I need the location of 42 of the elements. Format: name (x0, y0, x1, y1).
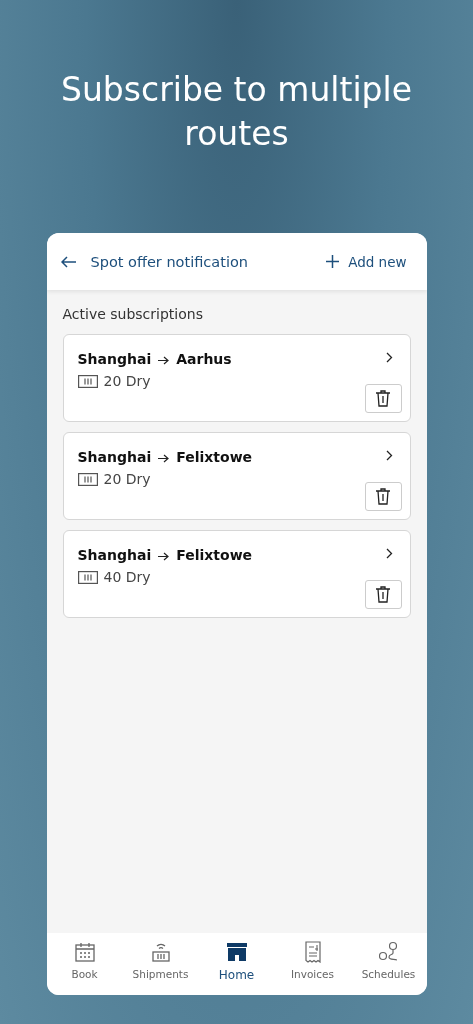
screen-title: Spot offer notification (90, 253, 249, 270)
nav-tab[interactable]: Shipments (122, 933, 199, 995)
route-icon (377, 941, 400, 963)
destination: Felixtowe (176, 449, 253, 465)
container-type: 20 Dry (103, 471, 151, 487)
container-icon (149, 941, 172, 963)
nav-tab[interactable]: Invoices (274, 933, 351, 995)
subscription-card[interactable]: Shanghai Felixtowe 40 Dry (62, 530, 411, 618)
nav-tab[interactable]: Home (198, 933, 275, 995)
origin: Shanghai (77, 351, 152, 367)
subscription-card[interactable]: Shanghai Felixtowe 20 Dry (62, 432, 411, 520)
destination: Felixtowe (176, 547, 253, 563)
store-icon (225, 941, 248, 963)
chevron-icon (385, 450, 393, 461)
delete-button[interactable] (364, 580, 402, 609)
section-title: Active subscriptions (62, 306, 204, 322)
container-icon (77, 472, 98, 486)
back-button[interactable] (60, 255, 77, 268)
trash-icon (376, 390, 390, 407)
delete-button[interactable] (364, 482, 402, 511)
container-type: 20 Dry (103, 373, 151, 389)
add-new-button[interactable]: Add new (326, 253, 407, 270)
calendar-icon (73, 941, 96, 963)
chevron-icon (385, 548, 393, 559)
chevron-icon (385, 352, 393, 363)
arrow-icon (158, 454, 170, 463)
headline: Subscribe to multiple routes (60, 69, 413, 155)
destination: Aarhus (176, 351, 232, 367)
subscription-card[interactable]: Shanghai Aarhus 20 Dry (62, 334, 411, 422)
nav-tab[interactable]: Schedules (350, 933, 427, 995)
delete-button[interactable] (364, 384, 402, 413)
nav-tab[interactable]: Book (46, 933, 123, 995)
plus-icon (326, 255, 340, 268)
trash-icon (376, 488, 390, 505)
arrow-icon (158, 552, 170, 561)
container-icon (77, 570, 98, 584)
container-type: 40 Dry (103, 569, 151, 585)
trash-icon (376, 586, 390, 603)
arrow-icon (158, 356, 170, 365)
container-icon (77, 374, 98, 388)
origin: Shanghai (77, 449, 152, 465)
origin: Shanghai (77, 547, 152, 563)
